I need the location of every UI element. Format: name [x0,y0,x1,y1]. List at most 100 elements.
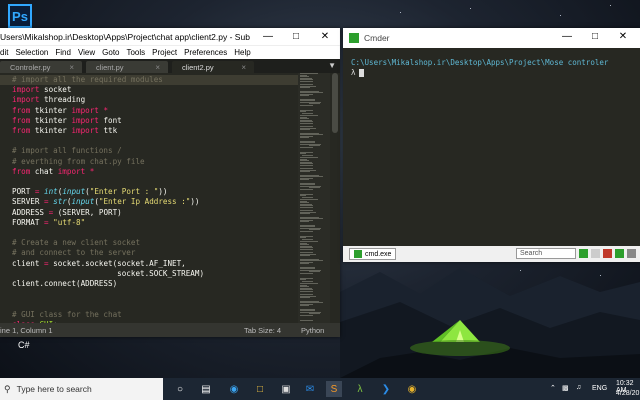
code-line[interactable]: # import all the required modules [12,75,204,85]
task-view-icon[interactable]: ▤ [198,381,214,397]
code-line[interactable]: from tkinter import ttk [12,126,204,136]
menu-goto[interactable]: Goto [102,48,119,57]
tab-size-indicator[interactable]: Tab Size: 4 [244,326,281,335]
code-editor[interactable]: # import all the required modules import … [0,73,340,323]
minimap-line [300,105,313,106]
terminal-prompt[interactable]: λ [351,68,364,77]
code-line[interactable]: # GUI class for the chat [12,310,204,320]
minimize-button[interactable]: — [553,28,581,45]
stop-icon[interactable] [603,249,612,258]
vscode-icon[interactable]: ❯ [378,381,394,397]
edge-icon[interactable]: ◉ [226,381,242,397]
close-tab-icon[interactable]: × [155,63,160,72]
maximize-button[interactable]: □ [282,28,310,45]
search-placeholder: Type here to search [16,384,92,394]
menu-tools[interactable]: Tools [126,48,145,57]
language-indicator[interactable]: ENG [592,385,607,392]
cmder-app-icon [349,33,359,43]
terminal-output[interactable]: C:\Users\Mikalshop.ir\Desktop\Apps\Proje… [343,48,640,246]
mail-icon[interactable]: ✉ [302,381,318,397]
menu-help[interactable]: Help [234,48,250,57]
code-line[interactable]: client = socket.socket(socket.AF_INET, [12,259,204,269]
code-line[interactable]: ADDRESS = (SERVER, PORT) [12,208,204,218]
tab-dropdown-icon[interactable]: ▼ [328,61,336,70]
sublime-titlebar[interactable]: Users\Mikalshop.ir\Desktop\Apps\Project\… [0,28,340,45]
code-line[interactable]: import threading [12,95,204,105]
code-line[interactable]: from tkinter import font [12,116,204,126]
code-line[interactable]: # everthing from chat.py file [12,157,204,167]
code-line[interactable] [12,299,204,309]
close-tab-icon[interactable]: × [241,63,246,72]
volume-icon[interactable]: ♫ [576,384,581,391]
code-line[interactable]: client.connect(ADDRESS) [12,279,204,289]
clock-date[interactable]: 4/28/20 [616,390,639,397]
code-line[interactable] [12,289,204,299]
cmder-search-input[interactable]: Search [516,248,576,259]
split-icon[interactable] [615,249,624,258]
code-line[interactable]: # import all functions / [12,146,204,156]
menu-view[interactable]: View [78,48,95,57]
store-icon[interactable]: ▣ [278,381,294,397]
cmder-taskbar-icon[interactable]: λ [352,381,368,397]
menu-edit[interactable]: dit [0,48,8,57]
minimize-button[interactable]: — [254,28,282,45]
code-line[interactable]: from tkinter import * [12,106,204,116]
menu-preferences[interactable]: Preferences [184,48,227,57]
menu-project[interactable]: Project [152,48,177,57]
prompt-symbol: λ [351,68,356,77]
cmder-titlebar[interactable]: Cmder — □ ✕ [343,28,640,48]
desktop-label: C# [18,340,30,350]
minimap-line [300,263,309,265]
close-button[interactable]: ✕ [311,28,339,45]
mountains-image [340,268,640,378]
close-tab-icon[interactable]: × [69,63,74,72]
tab-label: client2.py [182,63,214,72]
code-line[interactable]: import socket [12,85,204,95]
dropdown-icon[interactable] [591,249,600,258]
minimap-line [300,147,313,148]
code-line[interactable]: # and connect to the server [12,248,204,258]
close-button[interactable]: ✕ [609,28,637,45]
code-line[interactable]: from chat import * [12,167,204,177]
taskbar: ⚲ Type here to search ○ ▤ ◉ □ ▣ ✉ S λ ❯ … [0,378,640,400]
syntax-indicator[interactable]: Python [301,326,324,335]
minimap-line [300,319,314,321]
code-line[interactable]: PORT = int(input("Enter Port : ")) [12,187,204,197]
new-console-icon[interactable] [579,249,588,258]
code-line[interactable] [12,136,204,146]
tray-up-icon[interactable]: ⌃ [550,384,556,392]
photoshop-desktop-icon[interactable]: Ps [8,4,32,28]
code-line[interactable] [12,228,204,238]
menu-find[interactable]: Find [55,48,71,57]
menu-selection[interactable]: Selection [15,48,48,57]
code-content[interactable]: # import all the required modules import … [12,75,204,323]
sublime-window: Users\Mikalshop.ir\Desktop\Apps\Project\… [0,28,340,337]
scrollbar-thumb[interactable] [332,73,338,133]
cmd-tab[interactable]: cmd.exe [349,248,397,260]
maximize-button[interactable]: □ [581,28,609,45]
cortana-icon[interactable]: ○ [172,381,188,397]
chrome-icon[interactable]: ◉ [404,381,420,397]
cmd-tab-label: cmd.exe [365,250,392,258]
system-tray: ⌃ ▩ ♫ ENG 10:32 AM 4/28/20 [550,378,640,400]
text-caret [358,69,364,77]
minimap[interactable] [298,73,330,323]
minimap-line [300,221,309,223]
code-line[interactable]: # Create a new client socket [12,238,204,248]
code-line[interactable]: FORMAT = "utf-8" [12,218,204,228]
minimap-line [300,137,309,139]
code-line[interactable]: SERVER = str(input("Enter Ip Address :")… [12,197,204,207]
file-explorer-icon[interactable]: □ [252,381,268,397]
minimap-line [301,239,313,240]
minimap-line [301,155,313,156]
code-line[interactable] [12,177,204,187]
terminal-path: C:\Users\Mikalshop.ir\Desktop\Apps\Proje… [351,58,609,67]
code-line[interactable]: socket.SOCK_STREAM) [12,269,204,279]
sublime-taskbar-icon[interactable]: S [326,381,342,397]
taskbar-search-box[interactable]: ⚲ Type here to search [0,378,163,400]
minimap-line [300,129,310,131]
network-icon[interactable]: ▩ [562,384,569,392]
minimap-line [300,231,313,232]
minimap-line [301,197,313,198]
menu-icon[interactable] [627,249,636,258]
